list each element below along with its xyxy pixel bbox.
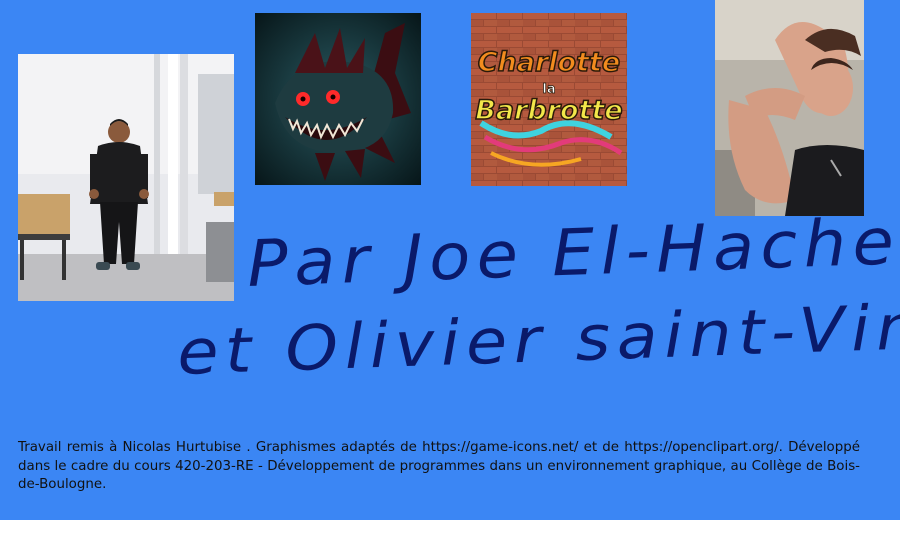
logo-word-charlotte: Charlotte bbox=[478, 47, 621, 78]
author-photo-classroom bbox=[18, 54, 234, 301]
signature-line-1: Par Joe El-Hachem bbox=[246, 202, 900, 302]
credits-screen: Charlotte la Barbrotte Par Joe El-Hachem… bbox=[0, 0, 900, 520]
credits-text: Travail remis à Nicolas Hurtubise . Grap… bbox=[18, 440, 860, 492]
author-photo-flexing bbox=[715, 0, 864, 216]
anglerfish-illustration bbox=[255, 13, 421, 185]
game-logo-graffiti: Charlotte la Barbrotte bbox=[471, 13, 627, 186]
logo-word-barbrotte: Barbrotte bbox=[475, 95, 622, 126]
